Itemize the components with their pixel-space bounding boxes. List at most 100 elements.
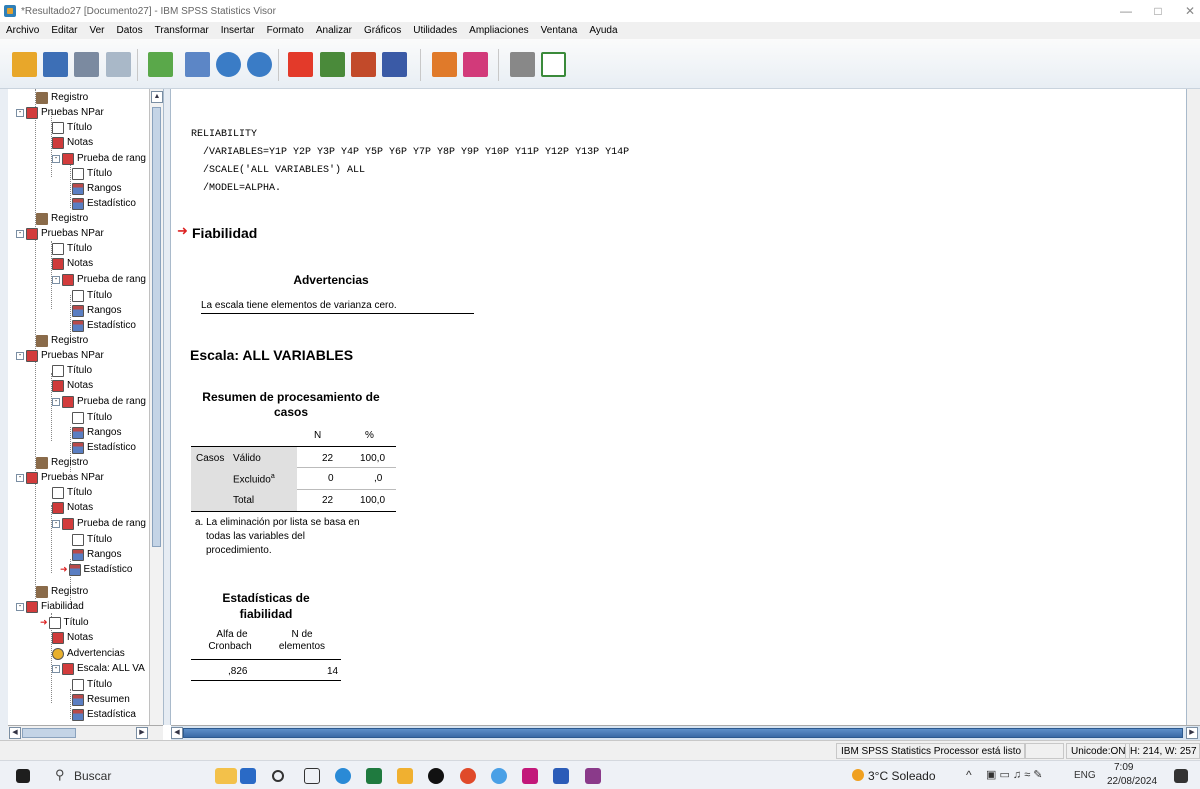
search-icon[interactable]: ⚲	[55, 767, 65, 783]
viewer-hscroll-thumb[interactable]	[183, 728, 1183, 738]
scroll-right-icon[interactable]: ▶	[1186, 727, 1198, 739]
tree-item-registro[interactable]: Registro	[36, 211, 88, 226]
tree-item-prueba-rangos[interactable]: - Prueba de rang	[52, 272, 146, 287]
insert-output-icon[interactable]	[463, 52, 488, 77]
tree-item-estadisticos[interactable]: Estadístico	[72, 196, 136, 211]
tree-item-notas[interactable]: Notas	[52, 630, 93, 645]
collapse-icon[interactable]: -	[52, 154, 60, 163]
tree-item-registro[interactable]: Registro	[36, 333, 88, 348]
chrome-icon[interactable]	[460, 768, 476, 784]
variables-icon[interactable]	[351, 52, 376, 77]
tree-item-resumen[interactable]: Resumen	[72, 692, 130, 707]
goto-data-icon[interactable]	[288, 52, 313, 77]
tree-item-pruebas-npar[interactable]: - Pruebas NPar	[16, 470, 104, 485]
tree-item-titulo[interactable]: Título	[52, 485, 92, 500]
tree-item-registro[interactable]: Registro	[36, 90, 88, 105]
tree-item-notas[interactable]: Notas	[52, 378, 93, 393]
close-button[interactable]: ✕	[1172, 0, 1200, 22]
recall-dialog-icon[interactable]	[185, 52, 210, 77]
collapse-icon[interactable]: -	[52, 275, 60, 284]
collapse-icon[interactable]: -	[16, 473, 24, 482]
minimize-button[interactable]: —	[1108, 0, 1144, 22]
scroll-right-icon[interactable]: ▶	[136, 727, 148, 739]
tree-item-titulo[interactable]: Título	[52, 241, 92, 256]
menu-graficos[interactable]: Gráficos	[358, 25, 407, 36]
viewer-vertical-scrollbar[interactable]	[1186, 89, 1200, 725]
tree-vertical-scrollbar[interactable]: ▲	[149, 89, 163, 725]
windows-start-icon[interactable]	[16, 769, 30, 783]
word-icon[interactable]	[553, 768, 569, 784]
cortana-icon[interactable]	[272, 770, 284, 782]
tree-item-rangos[interactable]: Rangos	[72, 303, 121, 318]
print-icon[interactable]	[74, 52, 99, 77]
taskbar-search[interactable]: Buscar	[74, 769, 111, 783]
tree-scroll-thumb[interactable]	[152, 107, 161, 547]
menu-ventana[interactable]: Ventana	[535, 25, 584, 36]
tree-item-pruebas-npar[interactable]: - Pruebas NPar	[16, 226, 104, 241]
tree-item-registro[interactable]: Registro	[36, 584, 88, 599]
clock-time[interactable]: 7:09	[1114, 762, 1133, 773]
collapse-icon[interactable]: -	[16, 602, 24, 611]
add-icon[interactable]	[541, 52, 566, 77]
tree-item-escala[interactable]: - Escala: ALL VA	[52, 661, 145, 676]
folder-icon[interactable]	[397, 768, 413, 784]
tree-item-rangos[interactable]: Rangos	[72, 181, 121, 196]
designate-window-icon[interactable]	[432, 52, 457, 77]
language-indicator[interactable]: ENG	[1074, 770, 1096, 781]
goto-case-icon[interactable]	[320, 52, 345, 77]
menu-utilidades[interactable]: Utilidades	[407, 25, 463, 36]
pane-splitter[interactable]	[163, 89, 171, 725]
use-sets-icon[interactable]	[382, 52, 407, 77]
tree-item-rangos[interactable]: Rangos	[72, 547, 121, 562]
viewer-horizontal-scrollbar[interactable]: ◀ ▶	[171, 725, 1200, 740]
spss-taskbar-icon[interactable]	[240, 768, 256, 784]
edge-icon[interactable]	[335, 768, 351, 784]
collapse-icon[interactable]: -	[52, 519, 60, 528]
file-explorer-icon[interactable]	[215, 768, 237, 784]
tree-item-titulo[interactable]: Título	[52, 120, 92, 135]
menu-ayuda[interactable]: Ayuda	[583, 25, 623, 36]
open-folder-icon[interactable]	[12, 52, 37, 77]
menu-ver[interactable]: Ver	[83, 25, 110, 36]
collapse-icon[interactable]: -	[16, 229, 24, 238]
tree-item-notas[interactable]: Notas	[52, 256, 93, 271]
tiktok-icon[interactable]	[428, 768, 444, 784]
tree-item-titulo[interactable]: Título	[72, 410, 112, 425]
tree-item-advertencias[interactable]: Advertencias	[52, 646, 125, 661]
task-view-icon[interactable]	[304, 768, 320, 784]
tree-item-fiabilidad[interactable]: - Fiabilidad	[16, 599, 84, 614]
tree-item-notas[interactable]: Notas	[52, 135, 93, 150]
tree-item-pruebas-npar[interactable]: - Pruebas NPar	[16, 105, 104, 120]
tray-icons[interactable]: ▣ ▭ ♫ ≈ ✎	[986, 768, 1043, 781]
scroll-left-icon[interactable]: ◀	[171, 727, 183, 739]
tree-item-estadisticos[interactable]: Estadístico	[72, 440, 136, 455]
weather-icon[interactable]	[852, 769, 864, 781]
clock-date[interactable]: 22/08/2024	[1100, 776, 1164, 787]
scroll-up-icon[interactable]: ▲	[151, 91, 163, 103]
menu-editar[interactable]: Editar	[45, 25, 83, 36]
save-icon[interactable]	[43, 52, 68, 77]
tree-item-prueba-rangos[interactable]: - Prueba de rang	[52, 516, 146, 531]
menu-insertar[interactable]: Insertar	[215, 25, 261, 36]
redo-icon[interactable]	[247, 52, 272, 77]
collapse-icon[interactable]: -	[16, 351, 24, 360]
browser-icon[interactable]	[491, 768, 507, 784]
menu-datos[interactable]: Datos	[111, 25, 149, 36]
maximize-button[interactable]: □	[1140, 0, 1176, 22]
menu-transformar[interactable]: Transformar	[149, 25, 215, 36]
tree-item-registro[interactable]: Registro	[36, 455, 88, 470]
menu-ampliaciones[interactable]: Ampliaciones	[463, 25, 534, 36]
app-icon[interactable]	[522, 768, 538, 784]
tree-horizontal-scrollbar[interactable]: ◀ ▶	[8, 725, 163, 740]
tree-item-titulo[interactable]: Título	[72, 288, 112, 303]
tree-item-notas[interactable]: Notas	[52, 500, 93, 515]
tree-item-titulo[interactable]: Título	[52, 363, 92, 378]
menu-formato[interactable]: Formato	[261, 25, 310, 36]
tree-hscroll-thumb[interactable]	[22, 728, 76, 738]
hide-icon[interactable]	[510, 52, 535, 77]
undo-icon[interactable]	[216, 52, 241, 77]
tree-item-titulo[interactable]: Título	[72, 532, 112, 547]
menu-archivo[interactable]: Archivo	[0, 25, 45, 36]
tree-item-prueba-rangos[interactable]: - Prueba de rang	[52, 394, 146, 409]
tree-item-titulo[interactable]: ➜ Título	[40, 615, 89, 630]
